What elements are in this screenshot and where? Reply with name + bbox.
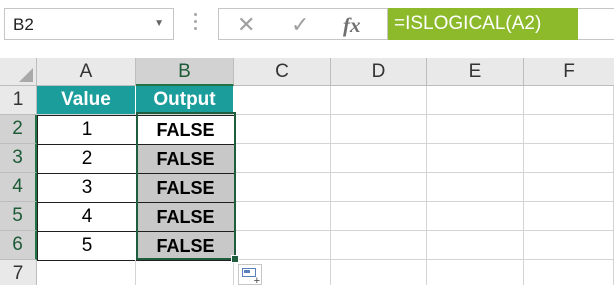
formula-input[interactable]: =ISLOGICAL(A2) [388,8,578,40]
cancel-icon[interactable]: ✕ [237,12,255,38]
cell-c1[interactable] [234,86,331,115]
cell-e5[interactable] [427,202,524,231]
cell-b3[interactable]: FALSE [136,144,235,174]
cell-d6[interactable] [331,231,427,260]
cell-a7[interactable] [37,260,136,285]
cell-a1-header-value[interactable]: Value [37,86,136,115]
cell-f2[interactable] [524,115,614,144]
fill-handle[interactable] [231,255,239,263]
cell-b7[interactable] [136,260,234,285]
quick-analysis-button[interactable]: + [238,264,262,287]
column-header-c[interactable]: C [234,58,331,86]
plus-icon: + [253,275,260,287]
row-header-5[interactable]: 5 [0,202,37,231]
cell-b2-active[interactable]: FALSE [136,115,235,145]
cell-e4[interactable] [427,173,524,202]
cell-b4[interactable]: FALSE [136,173,235,203]
cell-e1[interactable] [427,86,524,115]
row-header-4[interactable]: 4 [0,173,37,202]
column-header-a[interactable]: A [37,58,136,86]
formula-bar: B2 ▼ ✕ ✓ fx =ISLOGICAL(A2) [0,0,614,50]
cell-b5[interactable]: FALSE [136,202,235,232]
formula-text: =ISLOGICAL(A2) [394,13,542,34]
cell-e3[interactable] [427,144,524,173]
cell-f7[interactable] [524,260,614,285]
select-all-icon [19,68,33,82]
cell-a3[interactable]: 2 [37,144,137,174]
insert-function-icon[interactable]: fx [343,13,361,38]
cell-c5[interactable] [234,202,331,231]
name-box[interactable]: B2 ▼ [4,8,174,40]
drag-handle-icon[interactable] [194,13,198,34]
row-header-7[interactable]: 7 [0,260,37,285]
cell-d4[interactable] [331,173,427,202]
select-all-corner[interactable] [0,58,37,86]
cell-a4[interactable]: 3 [37,173,137,203]
cell-c3[interactable] [234,144,331,173]
cell-a2[interactable]: 1 [37,115,137,145]
cell-e2[interactable] [427,115,524,144]
cell-d7[interactable] [331,260,427,285]
column-header-b[interactable]: B [136,58,234,86]
cell-a5[interactable]: 4 [37,202,137,232]
cell-f1[interactable] [524,86,614,115]
cell-d2[interactable] [331,115,427,144]
column-header-d[interactable]: D [331,58,427,86]
cell-c4[interactable] [234,173,331,202]
row-header-3[interactable]: 3 [0,144,37,173]
cell-d5[interactable] [331,202,427,231]
cell-b6[interactable]: FALSE [136,231,235,261]
cell-e6[interactable] [427,231,524,260]
cell-c2[interactable] [234,115,331,144]
cell-e7[interactable] [427,260,524,285]
column-header-e[interactable]: E [427,58,524,86]
name-box-value: B2 [13,15,34,34]
formula-input-tail[interactable] [578,8,614,40]
cell-f6[interactable] [524,231,614,260]
column-header-f[interactable]: F [524,58,614,86]
formula-buttons: ✕ ✓ fx [218,8,388,40]
row-header-1[interactable]: 1 [0,86,37,115]
cell-a6[interactable]: 5 [37,231,137,261]
cell-b1-header-output[interactable]: Output [136,86,234,115]
cell-d3[interactable] [331,144,427,173]
enter-icon[interactable]: ✓ [291,12,309,38]
chevron-down-icon[interactable]: ▼ [154,18,164,29]
cell-f4[interactable] [524,173,614,202]
cell-f3[interactable] [524,144,614,173]
row-header-2[interactable]: 2 [0,115,37,144]
cell-f5[interactable] [524,202,614,231]
row-header-6[interactable]: 6 [0,231,37,260]
cell-c6[interactable] [234,231,331,260]
cell-d1[interactable] [331,86,427,115]
